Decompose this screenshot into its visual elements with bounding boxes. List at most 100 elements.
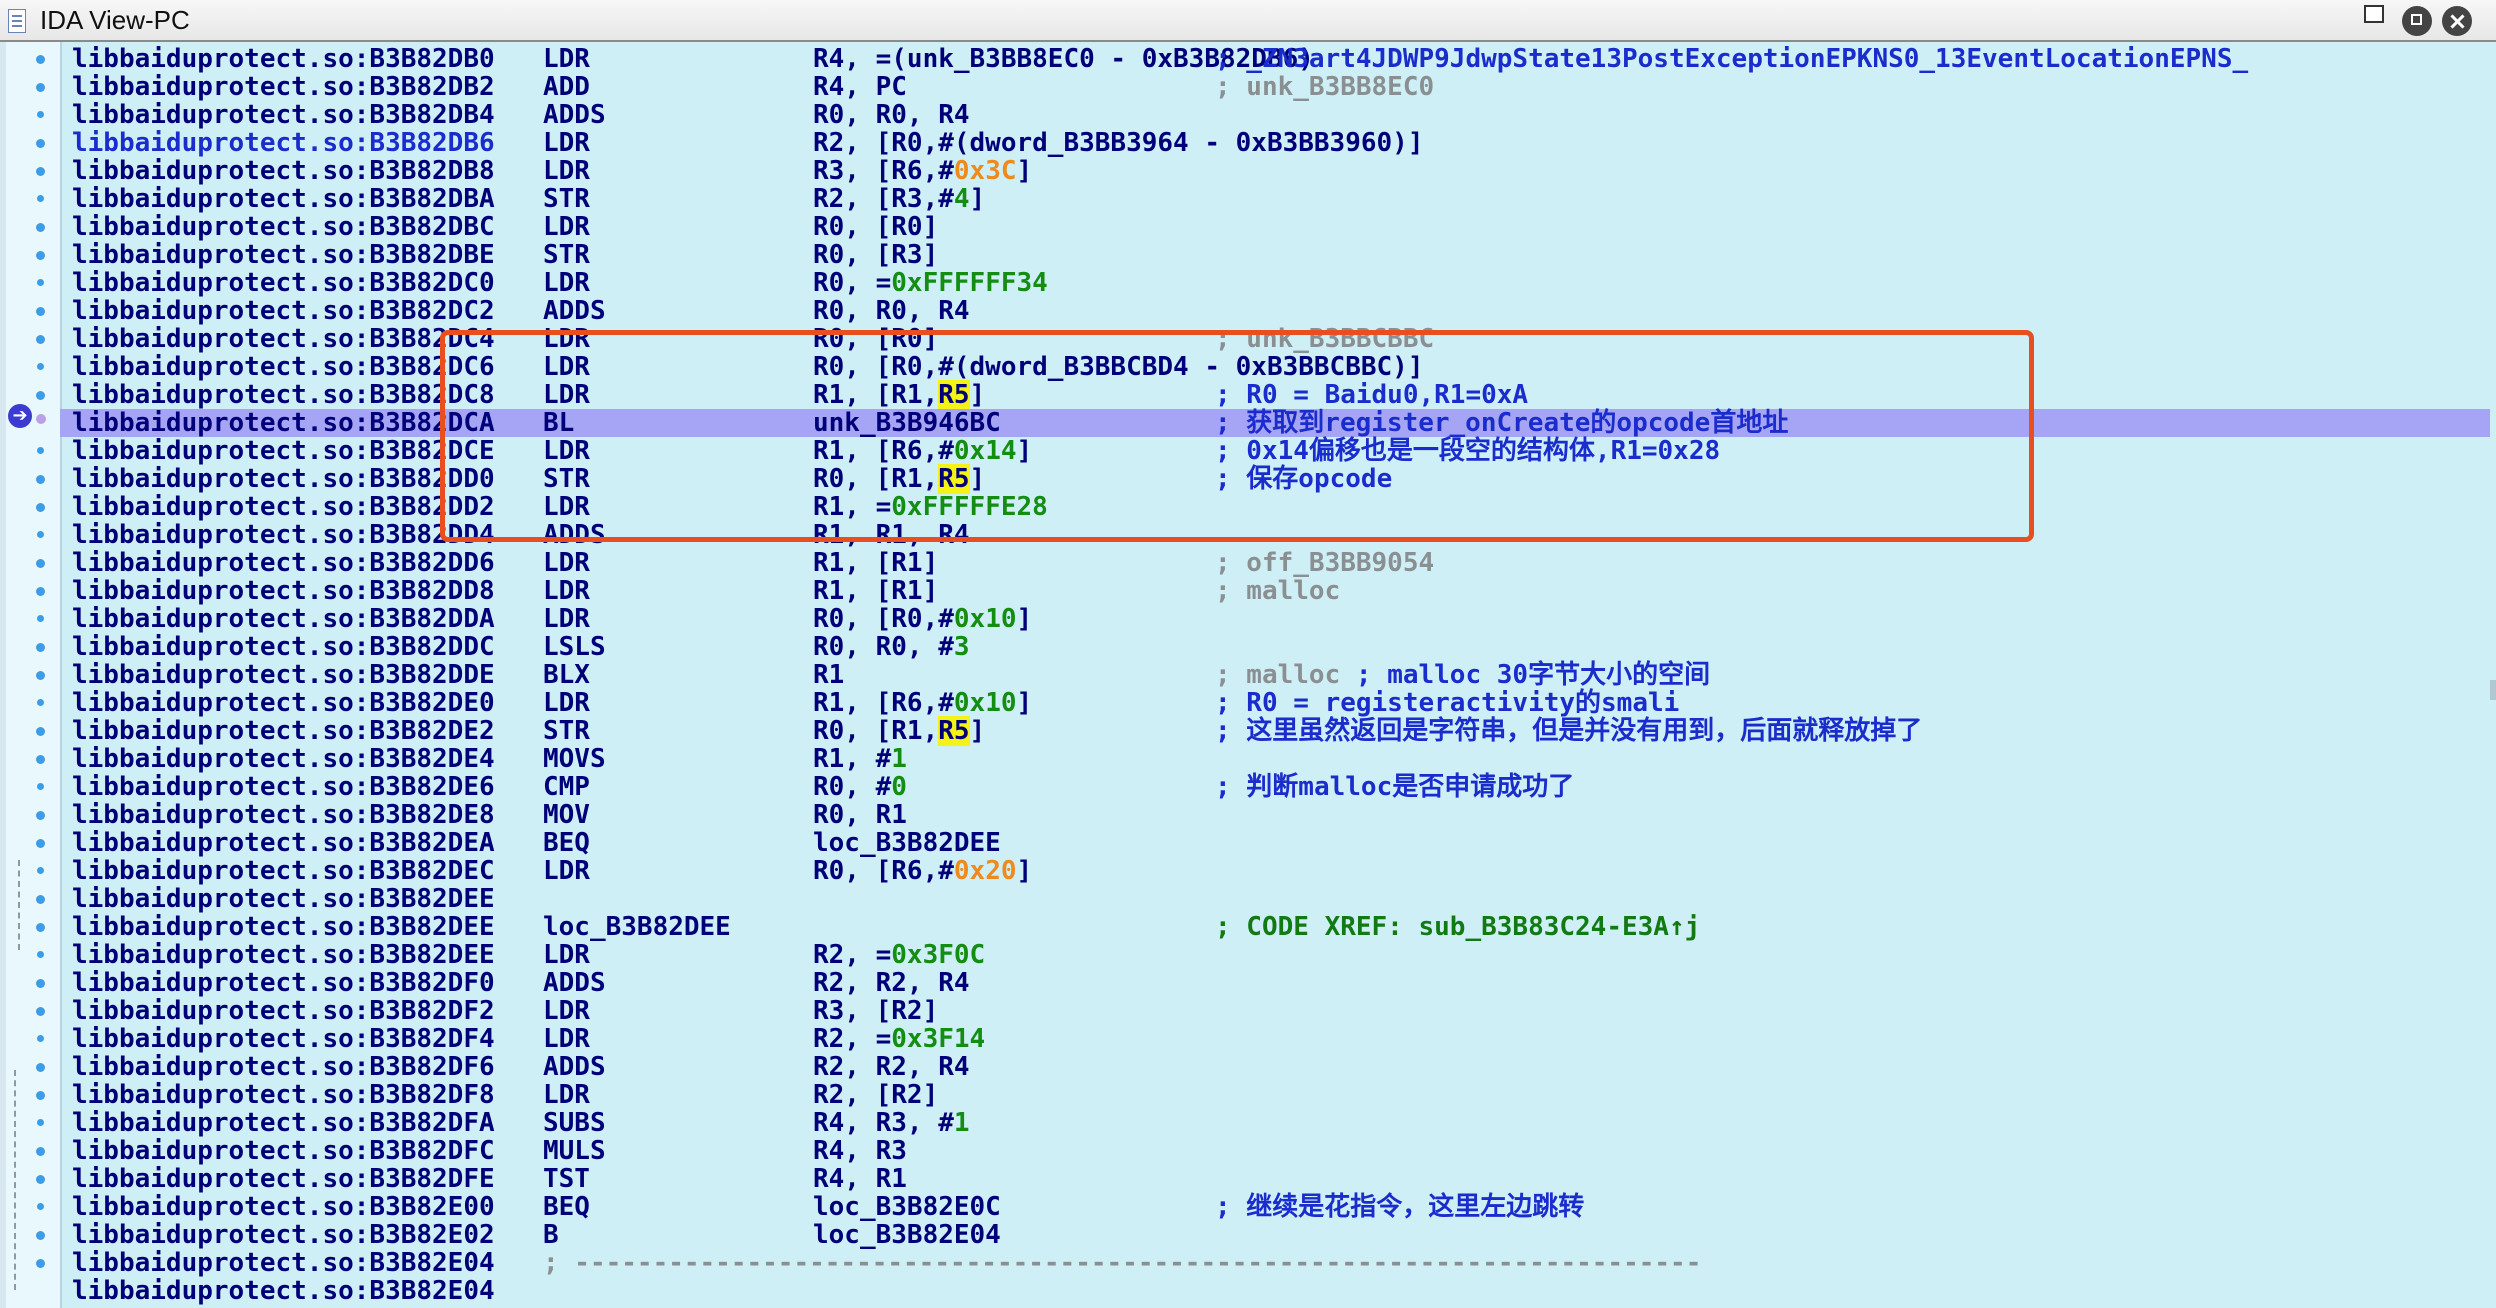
instruction-mnemonic[interactable]: LDR <box>543 437 590 465</box>
breakpoint-dot-icon[interactable] <box>36 727 45 736</box>
instruction-mnemonic[interactable]: LDR <box>543 689 590 717</box>
instruction-operands[interactable]: R2, [R3,#4] <box>813 185 985 213</box>
instruction-mnemonic[interactable]: ADD <box>543 73 590 101</box>
instruction-mnemonic[interactable]: STR <box>543 241 590 269</box>
listing-line[interactable]: libbaiduprotect.so:B3B82DB6 LDR R2, [R0,#(… <box>66 129 2486 157</box>
breakpoint-dot-icon[interactable] <box>36 335 45 344</box>
instruction-operands[interactable]: R1, [R1,R5] <box>813 380 985 410</box>
instruction-mnemonic[interactable]: LDR <box>543 157 590 185</box>
instruction-operands[interactable]: R0, R0, R4 <box>813 101 970 129</box>
instruction-mnemonic[interactable]: STR <box>543 185 590 213</box>
line-address[interactable]: libbaiduprotect.so:B3B82DF2 <box>72 997 495 1025</box>
instruction-operands[interactable]: R1, R1, R4 <box>813 521 970 549</box>
breakpoint-dot-icon[interactable] <box>36 559 45 568</box>
instruction-mnemonic[interactable]: LDR <box>543 269 590 297</box>
instruction-operands[interactable]: R0, [R0] <box>813 213 938 241</box>
listing-line[interactable]: libbaiduprotect.so:B3B82DC6 LDR R0, [R0,#(… <box>66 353 2486 381</box>
instruction-operands[interactable]: R4, R3, #1 <box>813 1109 970 1137</box>
instruction-operands[interactable]: R0, [R1,R5] <box>813 716 985 746</box>
line-address[interactable]: libbaiduprotect.so:B3B82DB2 <box>72 73 495 101</box>
line-address[interactable]: libbaiduprotect.so:B3B82E02 <box>72 1221 495 1249</box>
instruction-mnemonic[interactable]: ADDS <box>543 1053 606 1081</box>
line-address[interactable]: libbaiduprotect.so:B3B82DF4 <box>72 1025 495 1053</box>
instruction-mnemonic[interactable]: LDR <box>543 353 590 381</box>
line-address[interactable]: libbaiduprotect.so:B3B82DEE <box>72 941 495 969</box>
listing-line[interactable]: libbaiduprotect.so:B3B82DCA BL unk_B3B946B… <box>60 409 2490 437</box>
instruction-mnemonic[interactable]: LDR <box>543 213 590 241</box>
breakpoint-dot-icon[interactable] <box>36 1231 45 1240</box>
listing-line[interactable]: libbaiduprotect.so:B3B82DE4 MOVS R1, #1 <box>66 745 2486 773</box>
instruction-mnemonic[interactable]: SUBS <box>543 1109 606 1137</box>
line-address[interactable]: libbaiduprotect.so:B3B82DC4 <box>72 325 495 353</box>
breakpoint-dot-icon[interactable] <box>36 979 45 988</box>
instruction-operands[interactable]: R1, [R1] <box>813 549 938 577</box>
instruction-mnemonic[interactable]: LDR <box>543 941 590 969</box>
instruction-mnemonic[interactable]: STR <box>543 717 590 745</box>
line-address[interactable]: libbaiduprotect.so:B3B82E00 <box>72 1193 495 1221</box>
breakpoint-dot-icon[interactable] <box>36 923 45 932</box>
instruction-operands[interactable]: R2, [R2] <box>813 1081 938 1109</box>
instruction-operands[interactable]: R1, [R1] <box>813 577 938 605</box>
listing-line[interactable]: libbaiduprotect.so:B3B82E04 <box>66 1277 2486 1305</box>
line-address[interactable]: libbaiduprotect.so:B3B82DDA <box>72 605 495 633</box>
line-address[interactable]: libbaiduprotect.so:B3B82DB4 <box>72 101 495 129</box>
line-address[interactable]: libbaiduprotect.so:B3B82DC0 <box>72 269 495 297</box>
listing-line[interactable]: libbaiduprotect.so:B3B82DD2 LDR R1, =0xFFF… <box>66 493 2486 521</box>
listing-line[interactable]: libbaiduprotect.so:B3B82DF4 LDR R2, =0x3F1… <box>66 1025 2486 1053</box>
instruction-operands[interactable]: R0, [R0,#0x10] <box>813 605 1032 633</box>
breakpoint-dot-icon[interactable] <box>36 1259 45 1268</box>
line-address[interactable]: libbaiduprotect.so:B3B82DDC <box>72 633 495 661</box>
listing-line[interactable]: libbaiduprotect.so:B3B82DF0 ADDS R2, R2, R… <box>66 969 2486 997</box>
instruction-operands[interactable]: R3, [R2] <box>813 997 938 1025</box>
listing-line[interactable]: libbaiduprotect.so:B3B82DB2 ADD R4, PC ; un… <box>66 73 2486 101</box>
scrollbar[interactable] <box>2490 680 2496 700</box>
instruction-operands[interactable]: R0, R0, R4 <box>813 297 970 325</box>
breakpoint-dot-icon[interactable] <box>36 475 45 484</box>
instruction-mnemonic[interactable]: LDR <box>543 45 590 73</box>
breakpoint-dot-icon[interactable] <box>36 223 45 232</box>
listing-line[interactable]: libbaiduprotect.so:B3B82DF8 LDR R2, [R2] <box>66 1081 2486 1109</box>
instruction-operands[interactable]: R0, R1 <box>813 801 907 829</box>
instruction-mnemonic[interactable]: LDR <box>543 857 590 885</box>
breakpoint-dot-icon[interactable] <box>36 895 45 904</box>
listing-line[interactable]: libbaiduprotect.so:B3B82DCE LDR R1, [R6,#0… <box>66 437 2486 465</box>
listing-line[interactable]: libbaiduprotect.so:B3B82DE2 STR R0, [R1,R5… <box>66 716 2486 746</box>
listing-line[interactable]: libbaiduprotect.so:B3B82DD8 LDR R1, [R1] ; … <box>66 577 2486 605</box>
instruction-operands[interactable]: R0, [R0,#(dword_B3BBCBD4 - 0xB3BBCBBC)] <box>813 353 1423 381</box>
line-address[interactable]: libbaiduprotect.so:B3B82DE4 <box>72 745 495 773</box>
instruction-operands[interactable]: R3, [R6,#0x3C] <box>813 157 1032 185</box>
instruction-operands[interactable]: R1, [R6,#0x10] <box>813 689 1032 717</box>
instruction-mnemonic[interactable]: LSLS <box>543 633 606 661</box>
instruction-mnemonic[interactable]: LDR <box>543 381 590 409</box>
line-address[interactable]: libbaiduprotect.so:B3B82DBE <box>72 241 495 269</box>
breakpoint-dot-icon[interactable] <box>36 643 45 652</box>
breakpoint-dot-icon[interactable] <box>37 279 44 286</box>
listing-line[interactable]: libbaiduprotect.so:B3B82DE6 CMP R0, #0 ; 判断… <box>66 773 2486 801</box>
instruction-operands[interactable]: loc_B3B82DEE <box>813 829 1001 857</box>
breakpoint-dot-icon[interactable] <box>37 1203 44 1210</box>
listing-line[interactable]: libbaiduprotect.so:B3B82DEE loc_B3B82DEE;… <box>66 913 2486 941</box>
instruction-mnemonic[interactable]: LDR <box>543 605 590 633</box>
line-address[interactable]: libbaiduprotect.so:B3B82DBC <box>72 213 495 241</box>
listing-line[interactable]: libbaiduprotect.so:B3B82DDC LSLS R0, R0, #… <box>66 633 2486 661</box>
breakpoint-dot-icon[interactable] <box>36 1175 45 1184</box>
instruction-mnemonic[interactable]: B <box>543 1221 559 1249</box>
line-address[interactable]: libbaiduprotect.so:B3B82DE0 <box>72 689 495 717</box>
instruction-mnemonic[interactable]: LDR <box>543 1081 590 1109</box>
listing-line[interactable]: libbaiduprotect.so:B3B82DE0 LDR R1, [R6,#0… <box>66 689 2486 717</box>
breakpoint-dot-icon[interactable] <box>36 1063 45 1072</box>
listing-line[interactable]: libbaiduprotect.so:B3B82DD4 ADDS R1, R1, R… <box>66 521 2486 549</box>
breakpoint-dot-icon[interactable] <box>36 1007 45 1016</box>
line-address[interactable]: libbaiduprotect.so:B3B82DE8 <box>72 801 495 829</box>
instruction-operands[interactable]: unk_B3B946BC <box>813 409 1001 437</box>
instruction-mnemonic[interactable]: ; --------------------------------------… <box>543 1249 1701 1277</box>
line-address[interactable]: libbaiduprotect.so:B3B82DD6 <box>72 549 495 577</box>
listing-line[interactable]: libbaiduprotect.so:B3B82DBA STR R2, [R3,#4… <box>66 185 2486 213</box>
instruction-mnemonic[interactable]: ADDS <box>543 101 606 129</box>
instruction-mnemonic[interactable]: LDR <box>543 493 590 521</box>
listing-line[interactable]: libbaiduprotect.so:B3B82DEE LDR R2, =0x3F0… <box>66 941 2486 969</box>
instruction-mnemonic[interactable]: BLX <box>543 661 590 689</box>
instruction-mnemonic[interactable]: BEQ <box>543 829 590 857</box>
line-address[interactable]: libbaiduprotect.so:B3B82DFE <box>72 1165 495 1193</box>
instruction-mnemonic[interactable]: LDR <box>543 997 590 1025</box>
